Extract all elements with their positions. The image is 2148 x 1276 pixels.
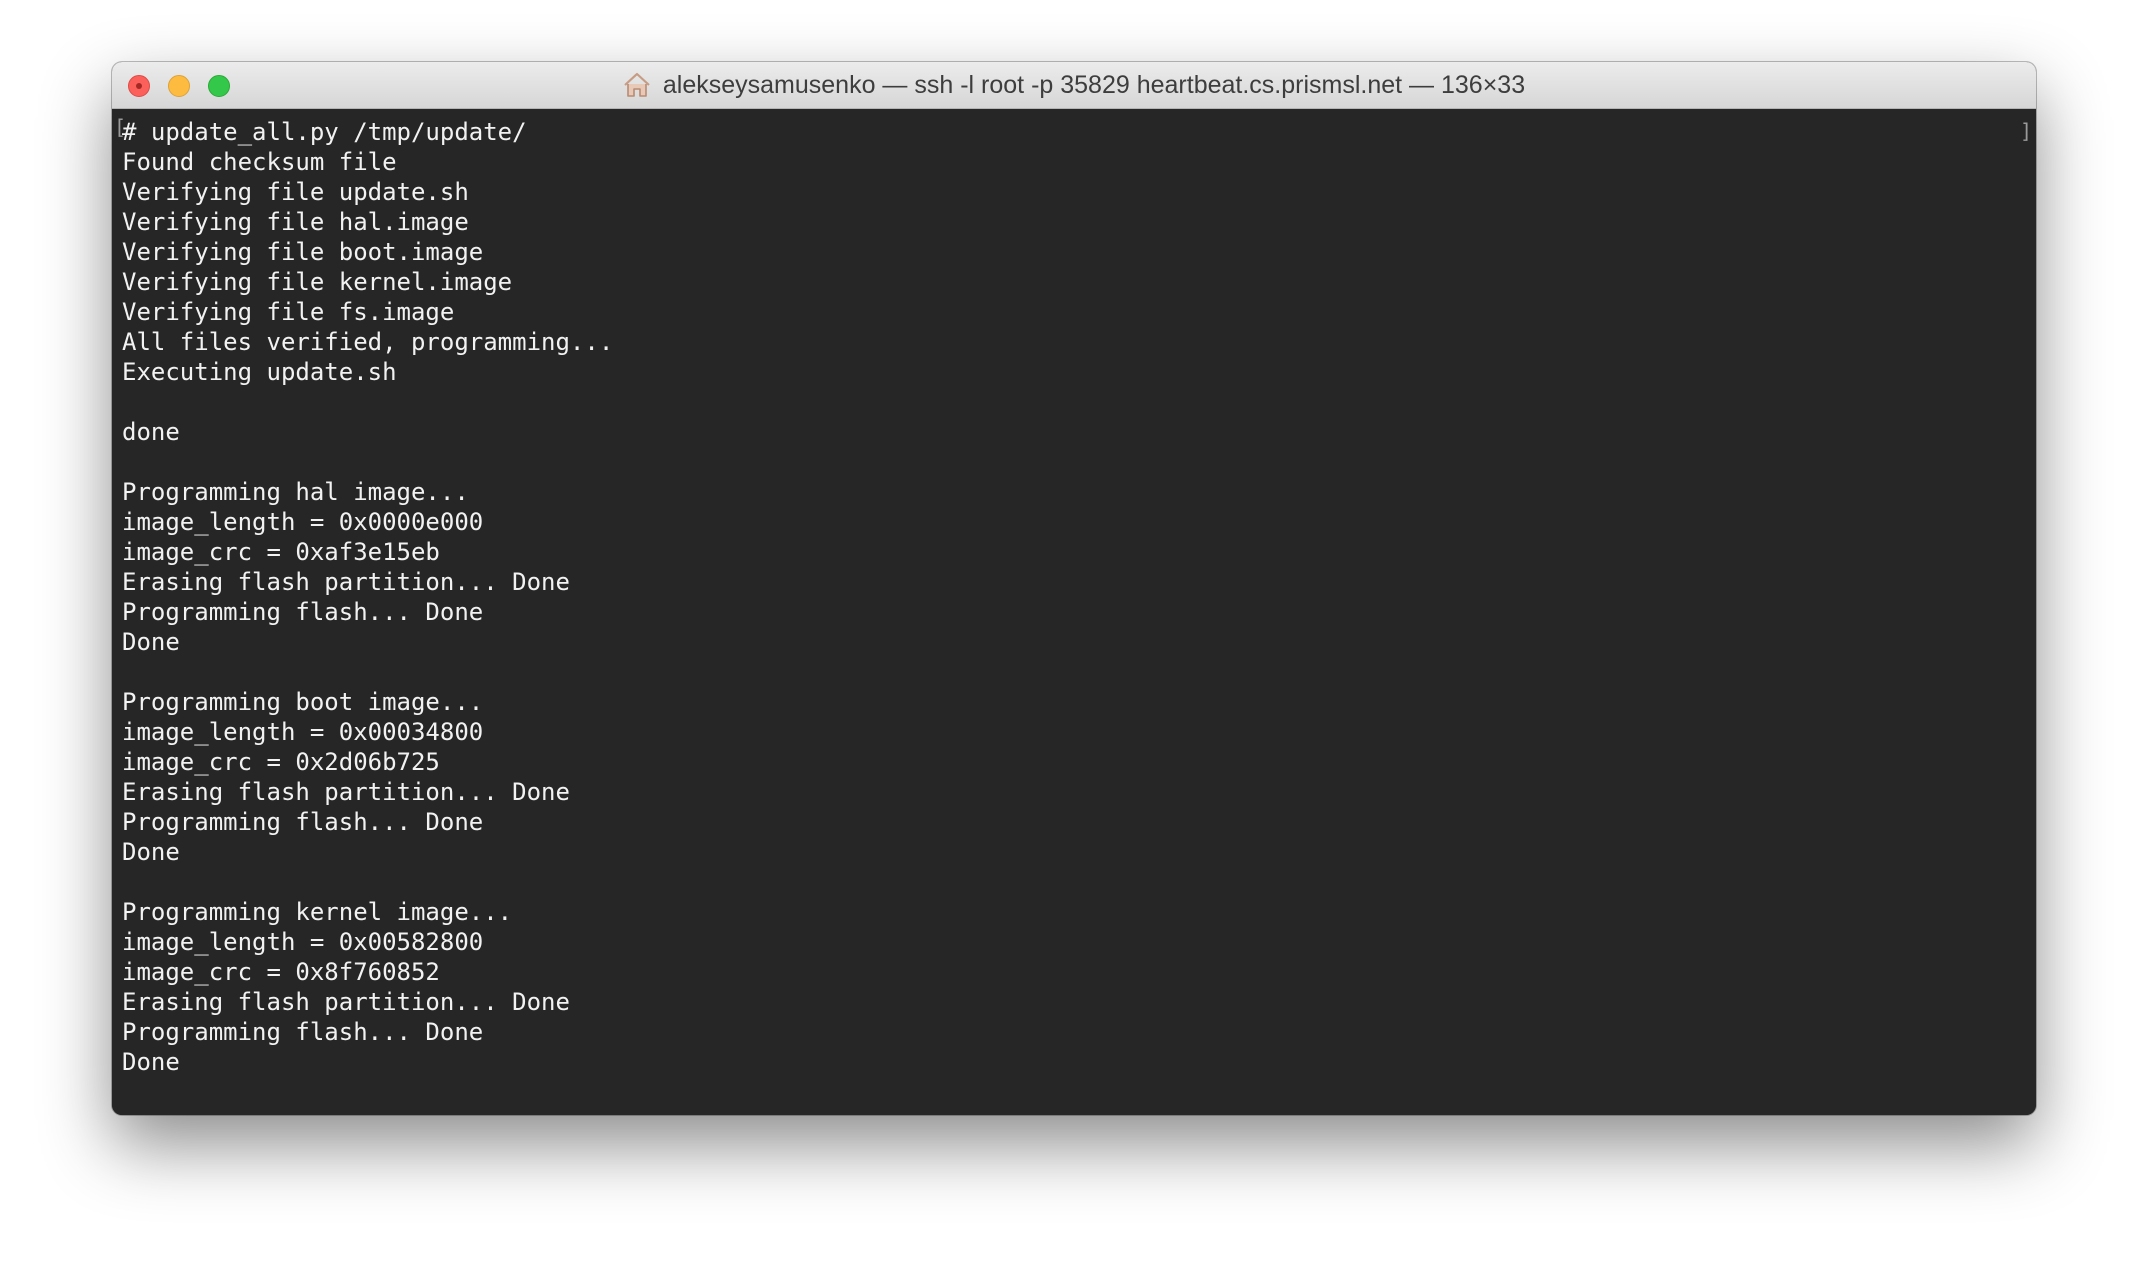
terminal-line: image_length = 0x0000e000 xyxy=(122,508,484,536)
terminal-line: All files verified, programming... xyxy=(122,328,614,356)
terminal-line: Erasing flash partition... Done xyxy=(122,778,570,806)
terminal-output[interactable]: [ ] # update_all.py /tmp/update/Found ch… xyxy=(112,109,2036,1115)
terminal-line: Programming flash... Done xyxy=(122,598,484,626)
terminal-line: Done xyxy=(122,838,180,866)
terminal-line: image_crc = 0xaf3e15eb xyxy=(122,538,440,566)
terminal-line: Verifying file hal.image xyxy=(122,208,469,236)
selection-bracket-left: [ xyxy=(114,115,127,139)
terminal-line: Programming flash... Done xyxy=(122,1018,484,1046)
terminal-line: Erasing flash partition... Done xyxy=(122,568,570,596)
terminal-line: # update_all.py /tmp/update/ xyxy=(122,118,527,146)
home-icon xyxy=(624,72,650,97)
terminal-line: Done xyxy=(122,628,180,656)
terminal-line: Verifying file fs.image xyxy=(122,298,455,326)
terminal-line: image_crc = 0x2d06b725 xyxy=(122,748,440,776)
window-title-text: alekseysamusenko — ssh -l root -p 35829 … xyxy=(662,70,1526,99)
terminal-line: Programming boot image... xyxy=(122,688,484,716)
terminal-line: Executing update.sh xyxy=(122,358,397,386)
terminal-line: Programming hal image... xyxy=(122,478,469,506)
terminal-line: Programming flash... Done xyxy=(122,808,484,836)
terminal-line: Programming kernel image... xyxy=(122,898,513,926)
title-bar[interactable]: alekseysamusenko — ssh -l root -p 35829 … xyxy=(112,62,2036,109)
terminal-line: Done xyxy=(122,1048,180,1076)
terminal-line: image_length = 0x00582800 xyxy=(122,928,484,956)
terminal-lines: # update_all.py /tmp/update/Found checks… xyxy=(122,117,2036,1077)
terminal-line: Verifying file boot.image xyxy=(122,238,484,266)
terminal-line: Found checksum file xyxy=(122,148,397,176)
selection-bracket-right: ] xyxy=(2019,119,2032,143)
terminal-line: image_crc = 0x8f760852 xyxy=(122,958,440,986)
terminal-line: Verifying file update.sh xyxy=(122,178,469,206)
window-title: alekseysamusenko — ssh -l root -p 35829 … xyxy=(112,62,2036,108)
terminal-line: done xyxy=(122,418,180,446)
terminal-line: Erasing flash partition... Done xyxy=(122,988,570,1016)
terminal-window: alekseysamusenko — ssh -l root -p 35829 … xyxy=(112,62,2036,1115)
terminal-line: image_length = 0x00034800 xyxy=(122,718,484,746)
terminal-line: Verifying file kernel.image xyxy=(122,268,513,296)
